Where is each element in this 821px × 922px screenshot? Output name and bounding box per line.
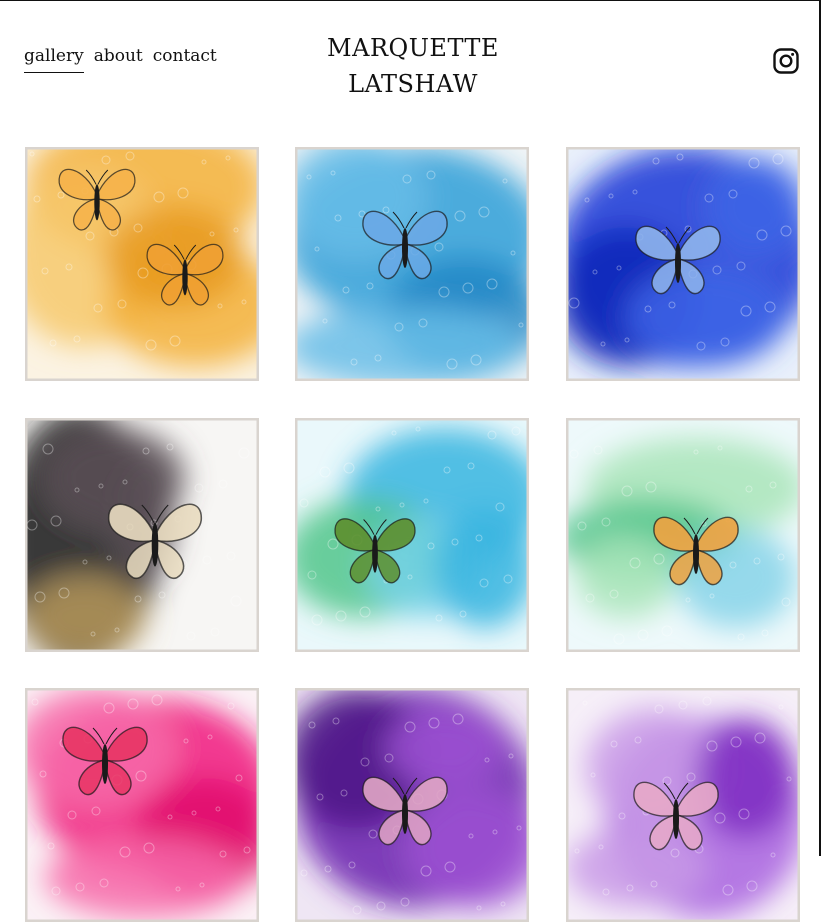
artwork-image [295,688,529,922]
gallery-artwork-tile[interactable] [566,147,800,381]
artwork-image [566,688,800,922]
artwork-image [295,147,529,381]
gallery-artwork-tile[interactable] [566,688,800,922]
instagram-icon[interactable] [772,47,800,75]
gallery-artwork-tile[interactable] [25,688,259,922]
nav-about-link[interactable]: about [94,46,143,73]
gallery-artwork-tile[interactable] [25,147,259,381]
artwork-image [25,688,259,922]
artwork-image [25,418,259,652]
site-title-line2: LATSHAW [348,70,478,98]
site-title-line1: MARQUETTE [327,34,499,62]
nav-contact-link[interactable]: contact [153,46,217,73]
gallery-artwork-tile[interactable] [295,688,529,922]
gallery-artwork-tile[interactable] [566,418,800,652]
artwork-image [566,147,800,381]
gallery-artwork-tile[interactable] [295,147,529,381]
gallery-artwork-tile[interactable] [25,418,259,652]
top-border [0,0,821,1]
artwork-image [566,418,800,652]
nav-gallery-link[interactable]: gallery [24,46,84,73]
artwork-image [295,418,529,652]
artwork-image [25,147,259,381]
main-nav: gallery about contact [24,46,217,73]
site-title[interactable]: MARQUETTE LATSHAW [300,30,526,102]
gallery-artwork-tile[interactable] [295,418,529,652]
